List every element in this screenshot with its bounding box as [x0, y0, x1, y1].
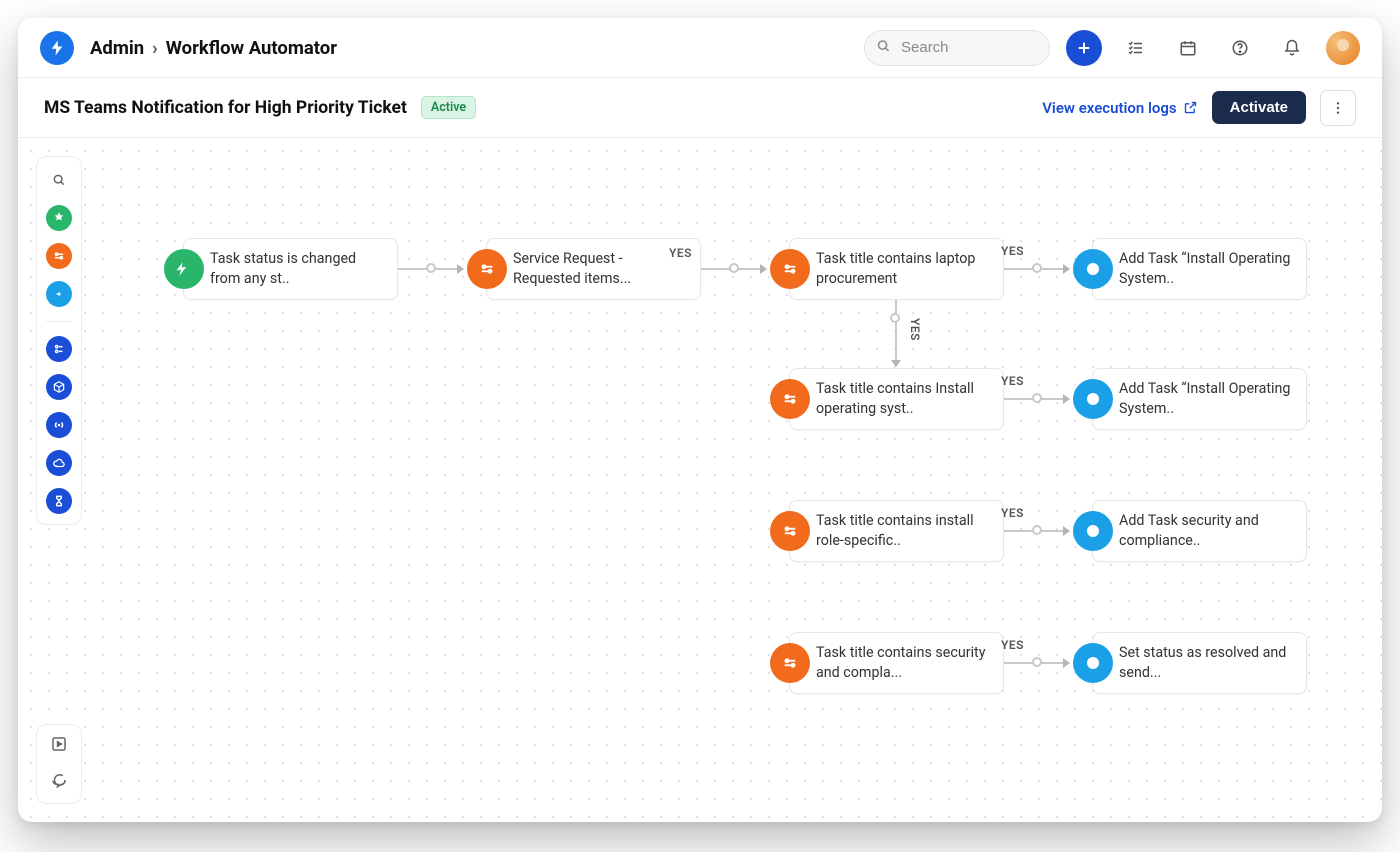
- action-icon: [1073, 379, 1113, 419]
- breadcrumb-root[interactable]: Admin: [90, 37, 144, 59]
- calendar-icon[interactable]: [1170, 30, 1206, 66]
- breadcrumb-separator: ›: [152, 37, 158, 59]
- tool-trigger-icon[interactable]: [46, 205, 72, 231]
- edge-label-yes: YES: [908, 318, 922, 341]
- more-options-button[interactable]: [1320, 90, 1356, 126]
- condition-icon: [770, 511, 810, 551]
- breadcrumb-current[interactable]: Workflow Automator: [166, 37, 337, 59]
- node-action-security[interactable]: Add Task security and compliance..: [1092, 500, 1307, 562]
- node-label: Task title contains security and compla.…: [816, 643, 991, 683]
- node-label: Set status as resolved and send...: [1119, 643, 1294, 683]
- node-condition-role-specific[interactable]: Task title contains install role-specifi…: [789, 500, 1004, 562]
- node-label: Add Task “Install Operating System..: [1119, 379, 1294, 419]
- dots-vertical-icon: [1330, 100, 1346, 116]
- node-condition-laptop[interactable]: Task title contains laptop procurement: [789, 238, 1004, 300]
- edge-label-yes: YES: [1001, 244, 1024, 258]
- node-condition-install-os[interactable]: Task title contains Install operating sy…: [789, 368, 1004, 430]
- new-button[interactable]: [1066, 30, 1102, 66]
- node-action-install-os-1[interactable]: Add Task “Install Operating System..: [1092, 238, 1307, 300]
- activate-button[interactable]: Activate: [1212, 91, 1306, 124]
- tool-code-icon[interactable]: [46, 412, 72, 438]
- action-icon: [1073, 511, 1113, 551]
- edge-label-yes: YES: [1001, 638, 1024, 652]
- status-badge: Active: [421, 96, 476, 119]
- node-label: Task status is changed from any st..: [210, 249, 385, 289]
- condition-icon: [770, 379, 810, 419]
- page-title: MS Teams Notification for High Priority …: [44, 98, 407, 118]
- trigger-icon: [164, 249, 204, 289]
- condition-icon: [770, 643, 810, 683]
- tool-condition-icon[interactable]: [46, 243, 72, 269]
- external-link-icon: [1183, 100, 1198, 115]
- tool-rail-bottom: [36, 724, 82, 804]
- search-box: [864, 30, 1050, 66]
- play-icon[interactable]: [50, 735, 68, 757]
- condition-icon: [467, 249, 507, 289]
- app-logo[interactable]: [40, 31, 74, 65]
- page-bar: MS Teams Notification for High Priority …: [18, 78, 1382, 138]
- workflow-canvas[interactable]: Task status is changed from any st.. Ser…: [18, 138, 1382, 822]
- topbar: Admin › Workflow Automator: [18, 18, 1382, 78]
- help-icon[interactable]: [1222, 30, 1258, 66]
- bell-icon[interactable]: [1274, 30, 1310, 66]
- edge-label-yes: YES: [1001, 506, 1024, 520]
- view-logs-label: View execution logs: [1042, 99, 1176, 117]
- node-label: Task title contains install role-specifi…: [816, 511, 991, 551]
- node-label: Task title contains Install operating sy…: [816, 379, 991, 419]
- search-icon: [876, 38, 891, 57]
- breadcrumb: Admin › Workflow Automator: [90, 37, 337, 59]
- node-action-install-os-2[interactable]: Add Task “Install Operating System..: [1092, 368, 1307, 430]
- tool-cloud-icon[interactable]: [46, 450, 72, 476]
- tool-form-icon[interactable]: [46, 336, 72, 362]
- node-label: Add Task security and compliance..: [1119, 511, 1294, 551]
- action-icon: [1073, 249, 1113, 289]
- edge-label-yes: YES: [669, 246, 692, 260]
- list-icon[interactable]: [1118, 30, 1154, 66]
- node-trigger[interactable]: Task status is changed from any st..: [183, 238, 398, 300]
- tool-search-icon[interactable]: [46, 167, 72, 193]
- node-label: Add Task “Install Operating System..: [1119, 249, 1294, 289]
- edge-label-yes: YES: [1001, 374, 1024, 388]
- view-execution-logs-link[interactable]: View execution logs: [1042, 99, 1197, 117]
- tool-timer-icon[interactable]: [46, 488, 72, 514]
- node-action-resolved[interactable]: Set status as resolved and send...: [1092, 632, 1307, 694]
- search-input[interactable]: [864, 30, 1050, 66]
- condition-icon: [770, 249, 810, 289]
- avatar[interactable]: [1326, 31, 1360, 65]
- action-icon: [1073, 643, 1113, 683]
- node-label: Service Request - Requested items...: [513, 249, 688, 289]
- tool-cube-icon[interactable]: [46, 374, 72, 400]
- tool-action-icon[interactable]: [46, 281, 72, 307]
- node-label: Task title contains laptop procurement: [816, 249, 991, 289]
- node-condition-security[interactable]: Task title contains security and compla.…: [789, 632, 1004, 694]
- chat-icon[interactable]: [50, 771, 68, 793]
- tool-rail: [36, 156, 82, 525]
